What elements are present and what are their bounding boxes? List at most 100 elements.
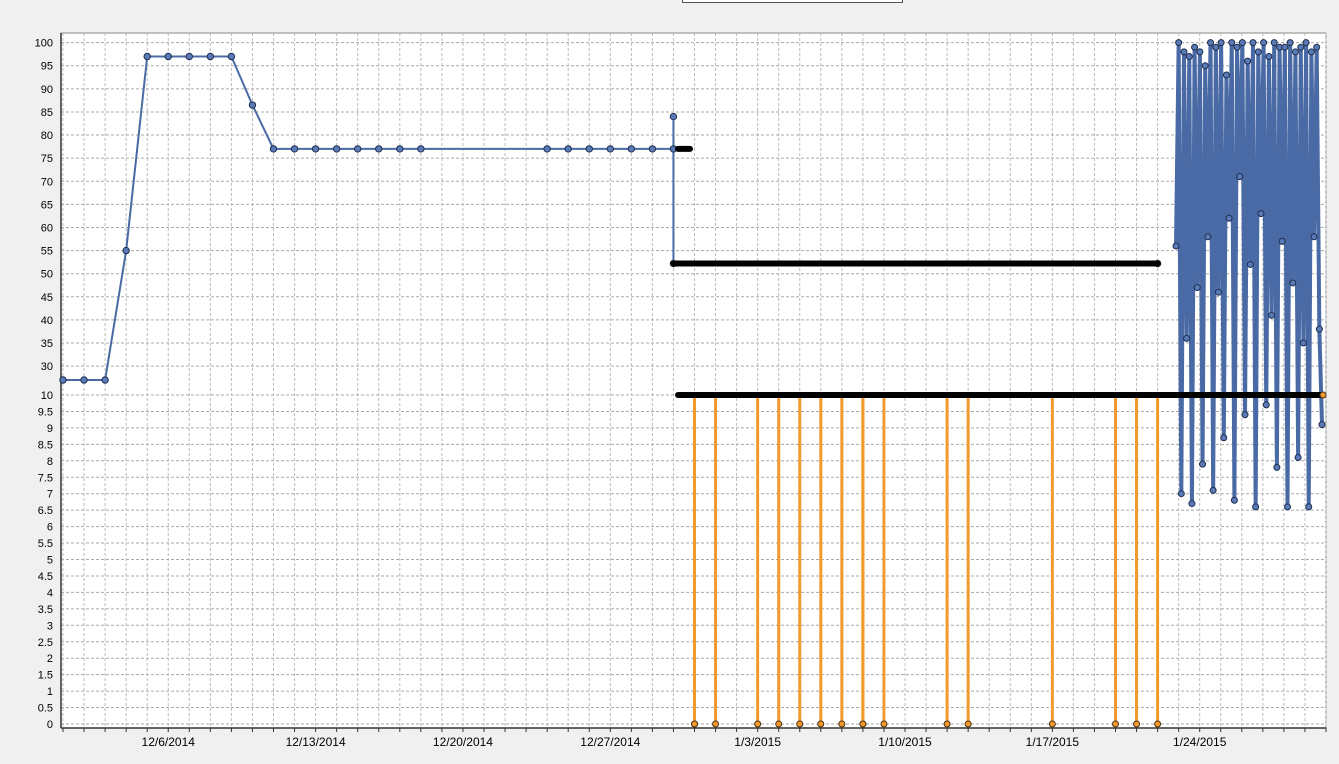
data-point [101,376,109,384]
y-tick-label-upper: 70 [41,176,53,188]
impulse-point [964,720,972,728]
y-tick-label-upper: 90 [41,84,53,96]
data-point [1291,48,1299,56]
x-tick-label: 1/3/2015 [734,735,781,749]
impulse-point [880,720,888,728]
data-point [1268,311,1276,319]
y-tick-label-lower: 1.5 [38,670,53,682]
impulse-point [796,720,804,728]
data-point [311,145,320,153]
data-point [164,52,172,61]
impulse-point [1154,720,1162,728]
y-tick-label-lower: 1 [47,686,53,698]
data-point [1177,490,1185,498]
data-point [1188,500,1196,508]
data-point [606,145,614,153]
x-tick-label: 12/6/2014 [142,735,196,749]
data-point [1252,503,1260,511]
data-point [1305,503,1313,511]
data-point [248,101,257,109]
y-tick-label-lower: 8 [47,456,53,468]
data-point [1191,43,1199,51]
data-point [1286,39,1294,47]
data-point [1193,284,1201,292]
x-tick-label: 1/24/2015 [1173,735,1227,749]
data-point [227,52,236,61]
data-point [1313,43,1321,51]
y-tick-label-lower: 10 [41,390,53,402]
y-tick-label-upper: 100 [35,38,53,50]
data-point [1265,52,1273,60]
y-tick-label-upper: 40 [41,315,53,327]
data-point [1204,233,1212,241]
data-point [1230,496,1238,504]
data-point [543,145,551,153]
data-point [1299,339,1307,347]
y-tick-label-upper: 35 [41,338,53,350]
data-point [1214,288,1222,296]
y-tick-label-lower: 6 [47,522,53,534]
data-point [1281,43,1289,51]
data-point [1307,48,1315,56]
data-point [122,246,130,255]
data-point [1172,242,1180,250]
x-tick-label: 1/17/2015 [1026,735,1080,749]
y-tick-label-upper: 50 [41,269,53,281]
data-point [1260,39,1268,47]
y-tick-label-lower: 3.5 [38,604,53,616]
impulse-point [712,720,720,728]
data-point [669,112,678,121]
data-point [585,145,593,153]
y-tick-label-upper: 95 [41,61,53,73]
y-tick-label-upper: 65 [41,199,53,211]
chart-window: 30 35 40 45 50 55 60 65 70 75 80 85 90 95 100 0 0.5 1 1.5 2… [0,0,1339,759]
data-point [1270,39,1278,47]
y-tick-label-upper: 55 [41,246,53,258]
data-point [1302,39,1310,47]
data-point [1199,460,1207,468]
y-tick-label-lower: 9 [47,423,53,435]
impulse-point [775,720,783,728]
data-point [332,145,341,153]
y-tick-label-upper: 30 [41,361,53,373]
y-tick-label-upper: 80 [41,130,53,142]
top-toolbar-box [682,0,903,3]
data-point [1315,325,1323,333]
data-point [396,145,404,153]
data-point [1294,454,1302,462]
data-point [1180,48,1188,56]
data-point [417,145,425,153]
data-point [1183,334,1191,342]
impulse-point [817,720,825,728]
impulse-point [838,720,846,728]
impulse-point [943,720,951,728]
x-tick-label: 12/27/2014 [580,735,640,749]
impulse-point [691,720,698,728]
y-tick-label-lower: 9.5 [38,406,53,418]
data-point [1225,214,1233,222]
data-point [1297,43,1305,51]
data-point [627,145,636,153]
data-point [1228,39,1236,47]
data-point [269,145,278,153]
y-tick-label-upper: 45 [41,292,53,304]
data-point [1212,43,1220,51]
data-point [1201,62,1209,70]
data-point [1310,233,1318,241]
y-tick-label-lower: 7 [47,489,53,501]
data-point [648,145,657,153]
data-point [1283,503,1291,511]
impulse-point [754,720,762,728]
y-tick-label-lower: 0.5 [38,703,53,715]
data-point [1236,173,1244,181]
y-tick-label-lower: 6.5 [38,505,53,517]
data-point [1254,48,1262,56]
data-point [1249,39,1257,47]
data-point [1318,421,1326,429]
x-tick-label: 12/20/2014 [433,735,493,749]
data-point [1238,39,1246,47]
x-tick-label: 12/13/2014 [286,735,346,749]
data-point [1257,210,1265,218]
data-point [1273,463,1281,471]
data-point [290,145,299,153]
